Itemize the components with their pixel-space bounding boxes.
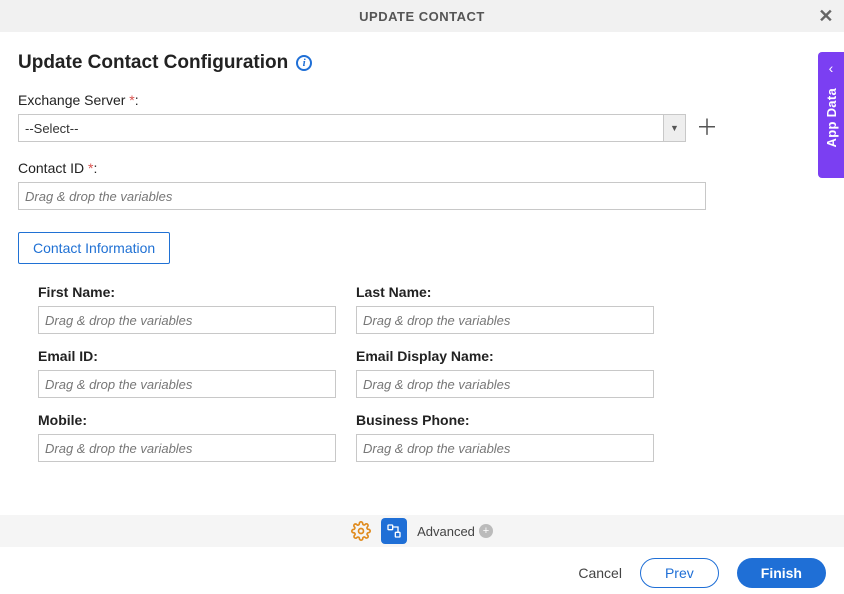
add-server-button[interactable]: ＋ bbox=[696, 117, 718, 139]
advanced-toggle[interactable]: Advanced + bbox=[417, 524, 493, 539]
email-id-input[interactable] bbox=[38, 370, 336, 398]
app-data-side-tab[interactable]: ‹ App Data bbox=[818, 52, 844, 178]
exchange-server-label: Exchange Server *: bbox=[18, 92, 826, 108]
business-phone-input[interactable] bbox=[356, 434, 654, 462]
advanced-label-text: Advanced bbox=[417, 524, 475, 539]
info-icon[interactable]: i bbox=[296, 55, 312, 71]
exchange-server-select[interactable]: --Select-- ▼ bbox=[18, 114, 686, 142]
flow-icon[interactable] bbox=[381, 518, 407, 544]
page-title: Update Contact Configuration i bbox=[18, 52, 826, 74]
mobile-input[interactable] bbox=[38, 434, 336, 462]
page-title-text: Update Contact Configuration bbox=[18, 52, 288, 74]
contact-id-label: Contact ID *: bbox=[18, 160, 826, 176]
dialog-header: UPDATE CONTACT ✕ bbox=[0, 0, 844, 32]
contact-id-input[interactable] bbox=[18, 182, 706, 210]
footer-toolbar: Advanced + bbox=[0, 515, 844, 547]
email-display-name-input[interactable] bbox=[356, 370, 654, 398]
contact-form-area: First Name: Email ID: Mobile: Last Name: bbox=[18, 284, 826, 484]
email-display-name-label: Email Display Name: bbox=[356, 348, 654, 364]
last-name-label: Last Name: bbox=[356, 284, 654, 300]
dialog-title: UPDATE CONTACT bbox=[359, 9, 485, 24]
business-phone-label: Business Phone: bbox=[356, 412, 654, 428]
chevron-down-icon[interactable]: ▼ bbox=[663, 115, 685, 141]
mobile-label: Mobile: bbox=[38, 412, 336, 428]
tab-contact-information[interactable]: Contact Information bbox=[18, 232, 170, 264]
plus-circle-icon: + bbox=[479, 524, 493, 538]
gear-icon[interactable] bbox=[351, 521, 371, 541]
last-name-input[interactable] bbox=[356, 306, 654, 334]
footer-actions: Cancel Prev Finish bbox=[0, 552, 844, 594]
finish-button[interactable]: Finish bbox=[737, 558, 826, 588]
close-icon[interactable]: ✕ bbox=[818, 7, 834, 25]
first-name-label: First Name: bbox=[38, 284, 336, 300]
side-tab-label: App Data bbox=[824, 88, 839, 147]
prev-button[interactable]: Prev bbox=[640, 558, 719, 588]
chevron-left-icon: ‹ bbox=[829, 60, 834, 76]
email-id-label: Email ID: bbox=[38, 348, 336, 364]
exchange-server-value: --Select-- bbox=[19, 115, 663, 141]
first-name-input[interactable] bbox=[38, 306, 336, 334]
cancel-button[interactable]: Cancel bbox=[578, 565, 622, 581]
